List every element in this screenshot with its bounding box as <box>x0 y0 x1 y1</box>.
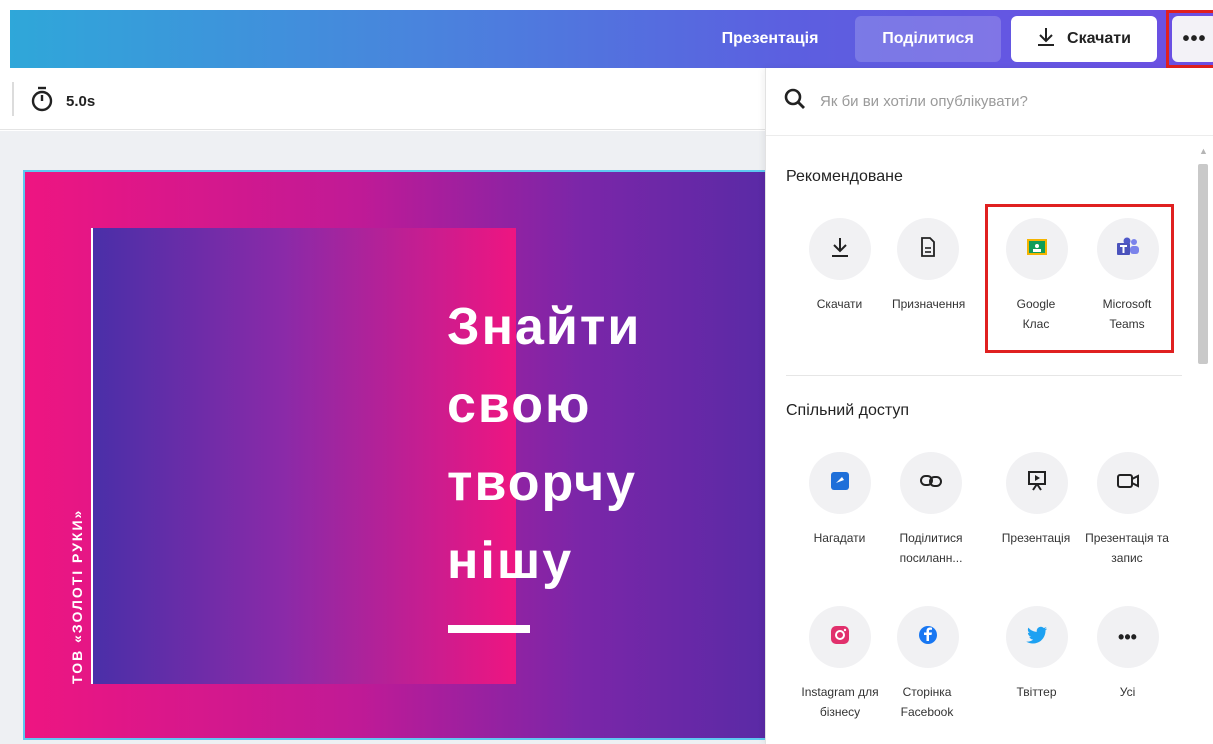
option-facebook[interactable]: Сторінка Facebook <box>878 606 977 722</box>
download-label: Скачати <box>1067 30 1131 47</box>
option-present[interactable]: Презентація <box>987 452 1086 548</box>
document-icon <box>920 236 936 262</box>
headline-line: свою <box>447 376 592 434</box>
slide-vertical-line[interactable] <box>91 228 93 684</box>
scrollbar-thumb[interactable] <box>1198 164 1208 364</box>
option-label: Твіттер <box>1016 685 1057 699</box>
slide-vertical-text[interactable]: ТОВ «ЗОЛОТІ РУКИ» <box>69 509 85 684</box>
publish-search-input[interactable] <box>820 93 1160 110</box>
option-label: Поділитися посиланн... <box>899 531 963 565</box>
slide-canvas[interactable]: ТОВ «ЗОЛОТІ РУКИ» Знайти свою творчу ніш… <box>23 170 765 740</box>
download-button[interactable]: Скачати <box>1011 16 1157 62</box>
option-label: Презентація та запис <box>1085 531 1169 565</box>
record-icon <box>1116 473 1139 494</box>
option-download[interactable]: Скачати <box>790 218 889 314</box>
download-icon <box>830 236 850 263</box>
more-dots-icon: ••• <box>1182 27 1207 50</box>
recommended-title: Рекомендоване <box>786 168 903 185</box>
present-label: Презентація <box>721 30 819 47</box>
option-circle: ••• <box>1096 606 1159 668</box>
instagram-icon <box>830 625 850 650</box>
option-all[interactable]: ••• Усі <box>1078 606 1177 702</box>
option-label: Презентація <box>1001 531 1071 545</box>
option-remind[interactable]: Нагадати <box>790 452 889 548</box>
headline-line: Знайти <box>447 298 642 356</box>
option-label: Скачати <box>816 297 863 311</box>
option-circle <box>896 606 959 668</box>
option-circle <box>808 606 871 668</box>
download-icon <box>1037 27 1055 52</box>
toolbar-divider <box>12 82 14 116</box>
timing-control[interactable]: 5.0s <box>30 86 95 116</box>
option-present-record[interactable]: Презентація та запис <box>1078 452 1177 568</box>
headline-line: творчу <box>447 454 638 512</box>
integrations-highlight <box>985 204 1174 353</box>
stopwatch-icon <box>30 86 54 116</box>
option-label: Instagram для бізнесу <box>801 685 879 719</box>
link-icon <box>920 473 942 494</box>
section-divider <box>786 375 1182 376</box>
panel-scrollbar[interactable]: ▲ <box>1196 146 1210 744</box>
more-icon: ••• <box>1118 626 1137 647</box>
timer-value: 5.0s <box>66 92 96 110</box>
presentation-icon <box>1027 470 1047 497</box>
top-bar: Презентація Поділитися Скачати ••• <box>10 10 1213 68</box>
twitter-icon <box>1025 626 1048 649</box>
sharing-title: Спільний доступ <box>786 402 910 419</box>
reminder-icon <box>830 471 850 496</box>
canva-editor: Презентація Поділитися Скачати ••• 5.0s <box>0 0 1213 744</box>
option-label: Нагадати <box>813 531 866 545</box>
option-label: Усі <box>1119 685 1136 699</box>
slide-underline-bar[interactable] <box>448 625 530 633</box>
more-options-button[interactable]: ••• <box>1171 16 1213 62</box>
option-circle <box>808 218 871 280</box>
facebook-icon <box>918 625 938 650</box>
scroll-up-icon[interactable]: ▲ <box>1199 146 1208 156</box>
share-label: Поділитися <box>882 30 974 47</box>
editor-toolbar: 5.0s <box>0 68 765 130</box>
share-button[interactable]: Поділитися <box>855 16 1001 62</box>
headline-line: нішу <box>447 532 574 590</box>
option-label: Призначення <box>892 297 966 311</box>
search-icon <box>784 88 806 115</box>
option-share-link[interactable]: Поділитися посиланн... <box>878 452 984 568</box>
option-circle <box>1005 452 1068 514</box>
option-circle <box>900 452 962 514</box>
option-circle <box>808 452 871 514</box>
option-circle <box>1005 606 1068 668</box>
present-button[interactable]: Презентація <box>694 10 846 68</box>
option-assignment[interactable]: Призначення <box>878 218 977 314</box>
slide-headline[interactable]: Знайти свою творчу нішу <box>447 288 641 600</box>
publish-panel: ▲ Рекомендоване Скачати Призначення <box>765 68 1213 744</box>
publish-search <box>766 68 1213 136</box>
more-options-highlight: ••• <box>1166 10 1213 68</box>
option-circle <box>896 218 959 280</box>
option-twitter[interactable]: Твіттер <box>987 606 1086 702</box>
option-label: Сторінка Facebook <box>900 685 954 719</box>
option-circle <box>1096 452 1159 514</box>
option-instagram[interactable]: Instagram для бізнесу <box>790 606 889 722</box>
